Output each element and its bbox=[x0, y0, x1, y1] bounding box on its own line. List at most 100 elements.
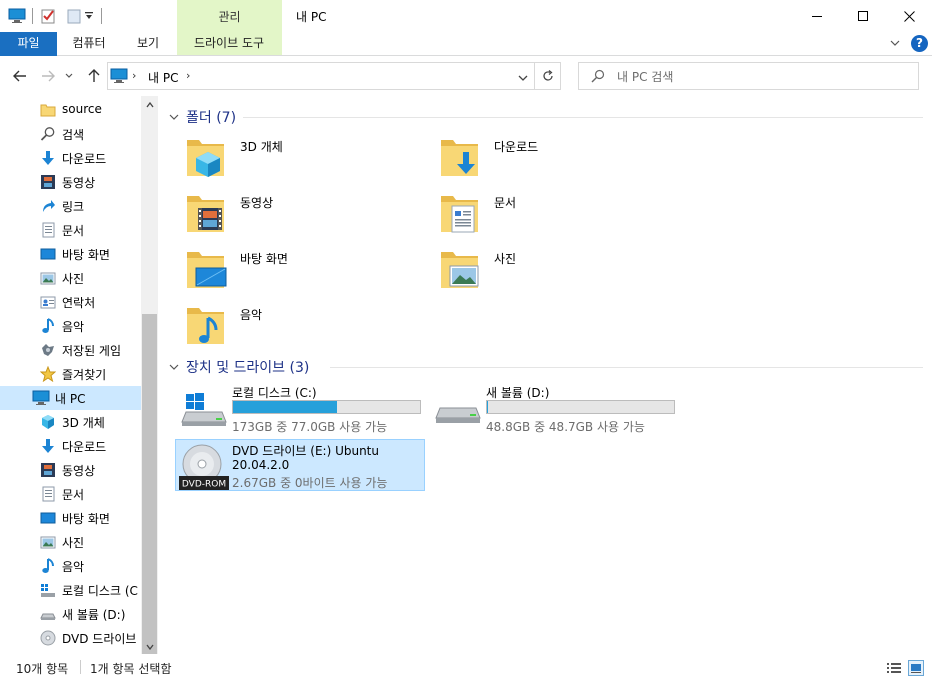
sidebar-item[interactable]: source bbox=[0, 98, 141, 122]
search-box[interactable] bbox=[578, 62, 919, 90]
tab-computer[interactable]: 컴퓨터 bbox=[58, 32, 120, 56]
folder-pictures[interactable]: 사진 bbox=[438, 246, 668, 296]
maximize-button[interactable] bbox=[840, 0, 886, 32]
sidebar-item-label: source bbox=[62, 102, 102, 116]
refresh-button[interactable] bbox=[535, 62, 561, 90]
chevron-down-icon bbox=[518, 75, 528, 81]
large-icons-view-button[interactable] bbox=[908, 660, 924, 676]
minimize-icon bbox=[812, 16, 822, 17]
sidebar-item-label: 저장된 게임 bbox=[62, 344, 122, 358]
breadcrumb-item-pc[interactable]: 내 PC bbox=[148, 69, 178, 86]
sidebar-item[interactable]: 동영상 bbox=[0, 458, 141, 482]
sidebar-item-label: 로컬 디스크 (C bbox=[62, 584, 138, 598]
pc-icon[interactable] bbox=[8, 7, 26, 25]
refresh-icon bbox=[542, 70, 553, 81]
selection-count: 1개 항목 선택함 bbox=[90, 662, 172, 676]
scroll-up-button[interactable] bbox=[141, 98, 158, 112]
sidebar-item[interactable]: 링크 bbox=[0, 194, 141, 218]
scroll-thumb[interactable] bbox=[142, 314, 157, 654]
manage-context-tab[interactable]: 관리 bbox=[177, 8, 282, 25]
drive-local-disk-c[interactable]: 로컬 디스크 (C:) 173GB 중 77.0GB 사용 가능 bbox=[176, 382, 426, 434]
scroll-down-button[interactable] bbox=[141, 640, 158, 654]
address-history-button[interactable] bbox=[518, 71, 528, 85]
sidebar-item-label: 링크 bbox=[62, 200, 85, 214]
tab-file[interactable]: 파일 bbox=[0, 32, 57, 56]
sidebar-item-label: 검색 bbox=[62, 128, 85, 142]
folder-label: 동영상 bbox=[240, 196, 274, 210]
new-folder-icon[interactable] bbox=[65, 7, 83, 25]
drive-size: 48.8GB 중 48.7GB 사용 가능 bbox=[486, 420, 645, 434]
folder-desktop[interactable]: 바탕 화면 bbox=[184, 246, 414, 296]
sidebar-item[interactable]: 사진 bbox=[0, 530, 141, 554]
recent-locations-button[interactable] bbox=[62, 66, 76, 86]
back-button[interactable] bbox=[10, 66, 30, 86]
drive-new-volume-d[interactable]: 새 볼륨 (D:) 48.8GB 중 48.7GB 사용 가능 bbox=[430, 382, 680, 434]
sidebar-item[interactable]: 3D 개체 bbox=[0, 410, 141, 434]
expand-ribbon-button[interactable] bbox=[888, 36, 902, 50]
window-title: 내 PC bbox=[296, 10, 327, 24]
sidebar-item[interactable]: 바탕 화면 bbox=[0, 506, 141, 530]
sidebar-item[interactable]: 즐겨찾기 bbox=[0, 362, 141, 386]
sidebar-item[interactable]: 문서 bbox=[0, 482, 141, 506]
drive-name-continued: 20.04.2.0 bbox=[232, 458, 290, 472]
folder-downloads[interactable]: 다운로드 bbox=[438, 134, 668, 184]
chevron-down-icon bbox=[65, 73, 73, 78]
forward-button[interactable] bbox=[38, 66, 58, 86]
sidebar-item[interactable]: 저장된 게임 bbox=[0, 338, 141, 362]
sidebar-item[interactable]: 바탕 화면 bbox=[0, 242, 141, 266]
sidebar-item[interactable]: 음악 bbox=[0, 314, 141, 338]
sidebar-item-label: 동영상 bbox=[62, 176, 96, 190]
details-view-icon[interactable] bbox=[886, 661, 902, 675]
large-icons-view-icon bbox=[911, 664, 921, 673]
saved-games-icon bbox=[40, 342, 56, 358]
sidebar-item[interactable]: 다운로드 bbox=[0, 434, 141, 458]
drive-dvd-e[interactable]: DVD-ROM DVD 드라이브 (E:) Ubuntu 20.04.2.0 2… bbox=[175, 439, 425, 491]
sidebar-item[interactable]: 새 볼륨 (D:) bbox=[0, 602, 141, 626]
breadcrumb-separator[interactable]: › bbox=[186, 69, 190, 82]
address-bar[interactable]: › 내 PC › bbox=[107, 62, 535, 90]
document-icon bbox=[40, 222, 56, 238]
sidebar-item[interactable]: 연락처 bbox=[0, 290, 141, 314]
folder-label: 다운로드 bbox=[494, 140, 539, 154]
folder-music[interactable]: 음악 bbox=[184, 302, 414, 352]
folder-3d-objects[interactable]: 3D 개체 bbox=[184, 134, 414, 184]
sidebar-item[interactable]: 사진 bbox=[0, 266, 141, 290]
folders-group-header[interactable]: 폴더 (7) bbox=[168, 106, 236, 128]
up-button[interactable] bbox=[84, 66, 104, 86]
properties-icon[interactable] bbox=[39, 7, 57, 25]
dvd-icon bbox=[40, 630, 56, 646]
help-button[interactable]: ? bbox=[911, 35, 928, 52]
sidebar-item[interactable]: 내 PC bbox=[0, 386, 141, 410]
sidebar-item-label: 바탕 화면 bbox=[62, 512, 110, 526]
drive-icon bbox=[435, 407, 481, 423]
close-button[interactable] bbox=[886, 0, 932, 32]
devices-group-header[interactable]: 장치 및 드라이브 (3) bbox=[168, 356, 309, 378]
search-input[interactable] bbox=[617, 67, 907, 87]
folder-videos[interactable]: 동영상 bbox=[184, 190, 414, 240]
customize-toolbar-icon[interactable] bbox=[83, 7, 95, 25]
nav-scrollbar[interactable] bbox=[141, 96, 158, 654]
breadcrumb-separator[interactable]: › bbox=[132, 69, 136, 82]
sidebar-item[interactable]: 동영상 bbox=[0, 170, 141, 194]
content-pane: 폴더 (7) 3D 개체 다운로드 동영상 문서 바탕 화면 사진 음악 장치 … bbox=[158, 96, 932, 654]
close-icon bbox=[903, 10, 915, 22]
sidebar-item[interactable]: 문서 bbox=[0, 218, 141, 242]
sidebar-item-label: 3D 개체 bbox=[62, 416, 105, 430]
3d-objects-icon bbox=[40, 414, 56, 430]
tab-view[interactable]: 보기 bbox=[122, 32, 174, 56]
folder-music-icon bbox=[187, 308, 224, 344]
sidebar-item[interactable]: 로컬 디스크 (C bbox=[0, 578, 141, 602]
toolbar-divider bbox=[32, 8, 33, 24]
sidebar-item[interactable]: 검색 bbox=[0, 122, 141, 146]
minimize-button[interactable] bbox=[794, 0, 840, 32]
folder-documents[interactable]: 문서 bbox=[438, 190, 668, 240]
tab-drive-tools[interactable]: 드라이브 도구 bbox=[180, 32, 278, 56]
navigation-pane: source 검색 다운로드 동영상 링크 문서 바탕 화면 사진 연락처 음악 저장된 게임 즐겨찾… bbox=[0, 96, 158, 654]
download-icon bbox=[40, 438, 56, 454]
sidebar-item[interactable]: 음악 bbox=[0, 554, 141, 578]
sidebar-item[interactable]: 다운로드 bbox=[0, 146, 141, 170]
folder-videos-icon bbox=[187, 196, 224, 232]
sidebar-item-label: 다운로드 bbox=[62, 152, 107, 166]
sidebar-item[interactable]: DVD 드라이브 bbox=[0, 626, 141, 650]
drive-usage-fill bbox=[233, 401, 337, 413]
